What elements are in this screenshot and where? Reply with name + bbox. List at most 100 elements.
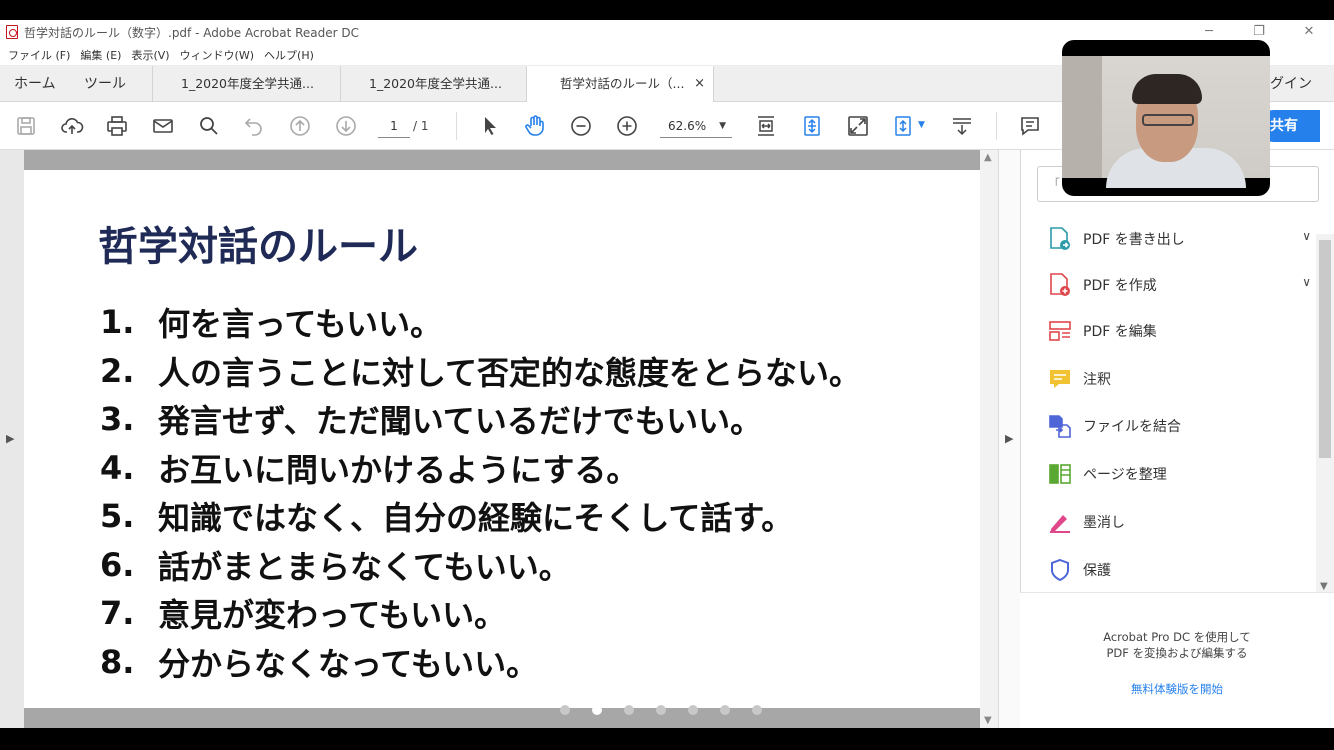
- page-gap-top: [24, 150, 980, 170]
- chevron-down-icon[interactable]: ▼: [918, 120, 925, 130]
- close-tab-icon[interactable]: ×: [694, 66, 705, 102]
- tool-label: 墨消し: [1083, 515, 1125, 531]
- page-dot[interactable]: [624, 705, 634, 715]
- tool-combine-files[interactable]: ファイルを結合: [1047, 412, 1317, 440]
- background-wall: [1062, 56, 1102, 178]
- document-tab-label: 1_2020年度全学共通...: [181, 76, 314, 91]
- tab-tools[interactable]: ツール: [84, 66, 126, 102]
- tool-label: 注釈: [1083, 372, 1111, 388]
- page-number-input[interactable]: 1: [378, 114, 410, 138]
- tool-export-pdf[interactable]: PDF を書き出し ∨: [1047, 225, 1317, 253]
- redact-icon: [1047, 509, 1073, 535]
- window-title: 哲学対話のルール（数字）.pdf - Adobe Acrobat Reader …: [24, 25, 360, 40]
- zoom-level-select[interactable]: 62.6% ▼: [660, 114, 732, 138]
- list-item: 7. 意見が変わってもいい。: [100, 589, 861, 638]
- search-icon[interactable]: [197, 114, 221, 138]
- scroll-down-icon[interactable]: ▼: [1320, 581, 1328, 592]
- chevron-down-icon[interactable]: ∨: [1302, 229, 1311, 243]
- menu-window[interactable]: ウィンドウ(W): [180, 47, 254, 63]
- email-icon[interactable]: [151, 114, 175, 138]
- next-page-icon[interactable]: [334, 114, 358, 138]
- scroll-up-icon[interactable]: ▲: [984, 152, 992, 163]
- save-icon[interactable]: [14, 114, 38, 138]
- select-cursor-icon[interactable]: [478, 114, 502, 138]
- tool-label: ファイルを結合: [1083, 419, 1181, 435]
- document-tab[interactable]: 1_2020年度全学共通...: [340, 66, 526, 102]
- document-tab[interactable]: 1_2020年度全学共通...: [152, 66, 340, 102]
- chevron-down-icon: ▼: [719, 121, 726, 131]
- hand-tool-icon[interactable]: [523, 114, 547, 138]
- undo-icon[interactable]: [242, 114, 266, 138]
- edit-pdf-icon: [1047, 318, 1073, 344]
- rule-number: 2.: [100, 351, 135, 390]
- rule-number: 3.: [100, 400, 135, 439]
- tool-comment[interactable]: 注釈: [1047, 365, 1317, 393]
- organize-pages-icon: [1047, 461, 1073, 487]
- create-pdf-icon: [1047, 272, 1073, 298]
- slide-title: 哲学対話のルール: [98, 223, 418, 270]
- previous-page-icon[interactable]: [288, 114, 312, 138]
- document-tab-label: 1_2020年度全学共通...: [369, 76, 502, 91]
- document-scrollbar[interactable]: ▲ ▼: [980, 150, 998, 728]
- close-window-button[interactable]: ✕: [1284, 20, 1334, 44]
- page-dot-active[interactable]: [592, 705, 602, 715]
- presenter-glasses: [1142, 114, 1194, 126]
- list-item: 6. 話がまとまらなくてもいい。: [100, 541, 861, 590]
- menu-help[interactable]: ヘルプ(H): [264, 47, 314, 63]
- rule-number: 5.: [100, 497, 135, 536]
- rule-text: 何を言ってもいい。: [158, 305, 443, 344]
- page-dot[interactable]: [720, 705, 730, 715]
- free-trial-link[interactable]: 無料体験版を開始: [1020, 681, 1334, 697]
- promo-text: Acrobat Pro DC を使用して PDF を変換および編集する: [1020, 629, 1334, 661]
- right-panel-toggle-icon[interactable]: ▶: [1005, 432, 1013, 445]
- rule-text: 分からなくなってもいい。: [158, 644, 539, 683]
- tool-create-pdf[interactable]: PDF を作成 ∨: [1047, 271, 1317, 299]
- print-icon[interactable]: [105, 114, 129, 138]
- protect-icon: [1047, 557, 1073, 583]
- page-dot[interactable]: [656, 705, 666, 715]
- rule-text: お互いに問いかけるようにする。: [158, 450, 639, 489]
- tool-protect[interactable]: 保護: [1047, 556, 1317, 584]
- fit-page-icon[interactable]: [800, 114, 824, 138]
- left-panel-toggle-icon[interactable]: ▶: [6, 432, 14, 445]
- page-indicator-dots: [560, 705, 762, 715]
- zoom-out-icon[interactable]: [569, 114, 593, 138]
- read-aloud-icon[interactable]: [950, 114, 974, 138]
- tool-label: ページを整理: [1083, 467, 1167, 483]
- tool-label: PDF を作成: [1083, 278, 1157, 294]
- page-dot[interactable]: [560, 705, 570, 715]
- tool-organize-pages[interactable]: ページを整理: [1047, 460, 1317, 488]
- scrollbar-thumb[interactable]: [1319, 240, 1331, 458]
- pro-promo: Acrobat Pro DC を使用して PDF を変換および編集する 無料体験…: [1020, 592, 1334, 728]
- rule-text: 意見が変わってもいい。: [158, 596, 507, 635]
- list-item: 8. 分からなくなってもいい。: [100, 638, 861, 687]
- acrobat-app-icon: [6, 25, 18, 39]
- document-viewer[interactable]: ▶ 哲学対話のルール 1. 何を言ってもいい。 2. 人の言うことに対して否定的な態…: [0, 150, 998, 728]
- presenter-hair: [1132, 74, 1202, 104]
- page-dot[interactable]: [688, 705, 698, 715]
- tab-home[interactable]: ホーム: [14, 66, 56, 102]
- full-screen-icon[interactable]: [846, 114, 870, 138]
- combine-files-icon: [1047, 413, 1073, 439]
- promo-line: PDF を変換および編集する: [1106, 646, 1248, 660]
- tool-edit-pdf[interactable]: PDF を編集: [1047, 317, 1317, 345]
- rule-number: 4.: [100, 448, 135, 487]
- menu-edit[interactable]: 編集 (E): [80, 47, 121, 63]
- document-tab-active[interactable]: 哲学対話のルール（... ×: [526, 66, 714, 102]
- comment-icon[interactable]: [1018, 114, 1042, 138]
- tools-panel-scrollbar[interactable]: ▼: [1316, 234, 1334, 592]
- login-link[interactable]: グイン: [1270, 66, 1312, 102]
- menu-view[interactable]: 表示(V): [131, 47, 169, 63]
- tool-label: 保護: [1083, 563, 1111, 579]
- scroll-down-icon[interactable]: ▼: [984, 715, 992, 726]
- fit-width-icon[interactable]: [754, 114, 778, 138]
- page-dot[interactable]: [752, 705, 762, 715]
- rules-list: 1. 何を言ってもいい。 2. 人の言うことに対して否定的な態度をとらない。 3. 発…: [100, 298, 861, 686]
- menu-file[interactable]: ファイル (F): [8, 47, 70, 63]
- zoom-in-icon[interactable]: [615, 114, 639, 138]
- upload-cloud-icon[interactable]: [60, 114, 84, 138]
- right-panel-toggle[interactable]: ▶: [998, 150, 1020, 728]
- tool-redact[interactable]: 墨消し: [1047, 508, 1317, 536]
- chevron-down-icon[interactable]: ∨: [1302, 275, 1311, 289]
- scroll-mode-icon[interactable]: [892, 114, 916, 138]
